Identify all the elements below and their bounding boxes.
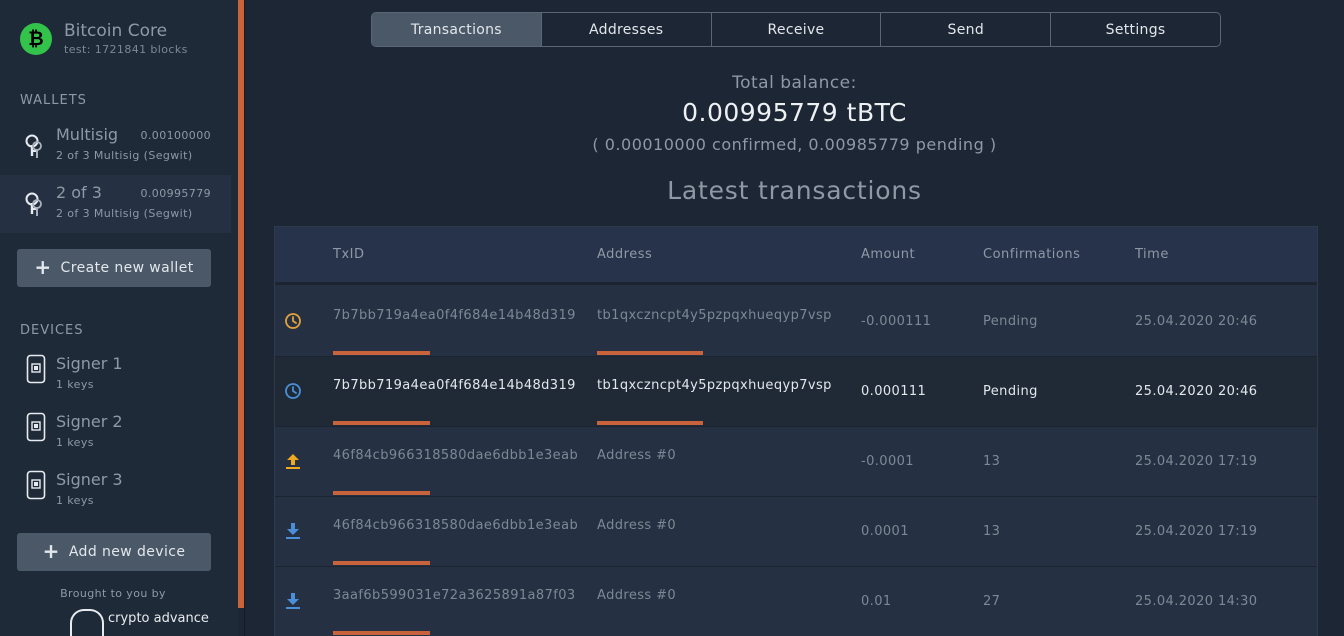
amount-value: 0.01: [861, 594, 892, 609]
address-link[interactable]: tb1qxczncpt4y5pzpqxhueqyp7vsp: [597, 378, 843, 393]
download-icon: [286, 593, 300, 609]
hardware-wallet-icon: [26, 412, 46, 442]
address-underline: [597, 421, 703, 425]
crypto-advance-logo-icon[interactable]: [70, 609, 104, 636]
brand[interactable]: ₿ Bitcoin Core test: 1721841 blocks: [20, 20, 188, 56]
wallets-section-title: WALLETS: [20, 93, 87, 108]
sidebar-device-signer-1[interactable]: Signer 1 1 keys: [0, 354, 231, 412]
wallet-type: 2 of 3 Multisig (Segwit): [56, 149, 193, 162]
sidebar-device-signer-3[interactable]: Signer 3 1 keys: [0, 470, 231, 528]
txid-link[interactable]: 7b7bb719a4ea0f4f684e14b48d319: [333, 308, 577, 323]
amount-value: -0.0001: [861, 454, 914, 469]
device-name: Signer 1: [56, 354, 123, 373]
time-value: 25.04.2020 14:30: [1135, 594, 1258, 609]
table-row[interactable]: 7b7bb719a4ea0f4f684e14b48d319 tb1qxczncp…: [275, 287, 1317, 357]
confirmations-value: Pending: [983, 384, 1038, 399]
add-device-label: Add new device: [68, 544, 186, 560]
table-header: TxID Address Amount Confirmations Time: [275, 227, 1317, 285]
table-row[interactable]: 46f84cb966318580dae6dbb1e3eab Address #0…: [275, 427, 1317, 497]
sidebar: ₿ Bitcoin Core test: 1721841 blocks WALL…: [0, 0, 238, 636]
wallet-type: 2 of 3 Multisig (Segwit): [56, 207, 193, 220]
plus-icon: +: [42, 539, 60, 563]
address-link[interactable]: Address #0: [597, 588, 843, 603]
txid-underline: [333, 351, 430, 355]
address-link[interactable]: Address #0: [597, 448, 843, 463]
confirmations-value: 13: [983, 454, 1001, 469]
column-header-address[interactable]: Address: [597, 247, 652, 262]
sidebar-wallet-multisig[interactable]: Multisig 0.00100000 2 of 3 Multisig (Seg…: [0, 117, 231, 175]
hardware-wallet-icon: [26, 470, 46, 500]
column-header-txid[interactable]: TxID: [333, 247, 364, 262]
total-balance-label: Total balance:: [732, 73, 857, 93]
wallet-name: 2 of 3: [56, 183, 102, 202]
amount-value: 0.000111: [861, 384, 927, 399]
latest-transactions-title: Latest transactions: [667, 176, 922, 205]
hardware-wallet-icon: [26, 354, 46, 384]
time-value: 25.04.2020 17:19: [1135, 524, 1258, 539]
partner-name: crypto advance: [108, 611, 209, 626]
brought-to-you-by: Brought to you by: [60, 587, 166, 600]
txid-link[interactable]: 46f84cb966318580dae6dbb1e3eab: [333, 448, 577, 463]
sidebar-divider: [244, 0, 245, 636]
total-balance-value: 0.00995779 tBTC: [682, 98, 907, 127]
keys-icon: [25, 134, 42, 158]
bitcoin-logo-icon: ₿: [20, 23, 52, 55]
sidebar-wallet-2of3[interactable]: 2 of 3 0.00995779 2 of 3 Multisig (Segwi…: [0, 175, 231, 233]
time-value: 25.04.2020 20:46: [1135, 384, 1258, 399]
balance-breakdown: ( 0.00010000 confirmed, 0.00985779 pendi…: [592, 135, 997, 154]
keys-icon: [25, 192, 42, 216]
add-device-button[interactable]: + Add new device: [17, 533, 211, 571]
device-keys: 1 keys: [56, 378, 94, 391]
wallet-balance: 0.00100000: [140, 129, 211, 142]
confirmations-value: 13: [983, 524, 1001, 539]
txid-link[interactable]: 7b7bb719a4ea0f4f684e14b48d319: [333, 378, 577, 393]
table-row[interactable]: 7b7bb719a4ea0f4f684e14b48d319 tb1qxczncp…: [275, 357, 1317, 427]
wallet-name: Multisig: [56, 125, 119, 144]
column-header-confirmations[interactable]: Confirmations: [983, 247, 1080, 262]
address-link[interactable]: Address #0: [597, 518, 843, 533]
txid-underline: [333, 561, 430, 565]
address-underline: [597, 351, 703, 355]
amount-value: 0.0001: [861, 524, 909, 539]
app-title: Bitcoin Core: [64, 21, 168, 41]
txid-underline: [333, 421, 430, 425]
device-name: Signer 3: [56, 470, 123, 489]
sidebar-device-signer-2[interactable]: Signer 2 1 keys: [0, 412, 231, 470]
transactions-table: TxID Address Amount Confirmations Time 7…: [274, 226, 1318, 636]
tab-receive[interactable]: Receive: [712, 13, 882, 46]
network-status: test: 1721841 blocks: [64, 43, 188, 56]
confirmations-value: 27: [983, 594, 1001, 609]
time-value: 25.04.2020 20:46: [1135, 314, 1258, 329]
create-wallet-label: Create new wallet: [60, 260, 194, 276]
upload-icon: [286, 454, 300, 469]
column-header-time[interactable]: Time: [1135, 247, 1169, 262]
devices-section-title: DEVICES: [20, 323, 84, 338]
create-wallet-button[interactable]: + Create new wallet: [17, 249, 211, 287]
address-link[interactable]: tb1qxczncpt4y5pzpqxhueqyp7vsp: [597, 308, 843, 323]
confirmations-value: Pending: [983, 314, 1038, 329]
plus-icon: +: [34, 255, 52, 279]
wallet-balance: 0.00995779: [140, 187, 211, 200]
time-value: 25.04.2020 17:19: [1135, 454, 1258, 469]
tab-send[interactable]: Send: [881, 13, 1052, 46]
device-keys: 1 keys: [56, 436, 94, 449]
clock-icon: [285, 313, 301, 329]
tab-addresses[interactable]: Addresses: [542, 13, 712, 46]
table-row[interactable]: 3aaf6b599031e72a3625891a87f03 Address #0…: [275, 567, 1317, 636]
txid-link[interactable]: 3aaf6b599031e72a3625891a87f03: [333, 588, 577, 603]
tab-transactions[interactable]: Transactions: [372, 13, 542, 46]
txid-underline: [333, 491, 430, 495]
main-tabs: Transactions Addresses Receive Send Sett…: [371, 12, 1221, 47]
table-row[interactable]: 46f84cb966318580dae6dbb1e3eab Address #0…: [275, 497, 1317, 567]
txid-link[interactable]: 46f84cb966318580dae6dbb1e3eab: [333, 518, 577, 533]
amount-value: -0.000111: [861, 314, 932, 329]
device-name: Signer 2: [56, 412, 123, 431]
txid-underline: [333, 631, 430, 635]
tab-settings[interactable]: Settings: [1051, 13, 1220, 46]
column-header-amount[interactable]: Amount: [861, 247, 915, 262]
device-keys: 1 keys: [56, 494, 94, 507]
clock-icon: [285, 383, 301, 399]
download-icon: [286, 523, 300, 539]
